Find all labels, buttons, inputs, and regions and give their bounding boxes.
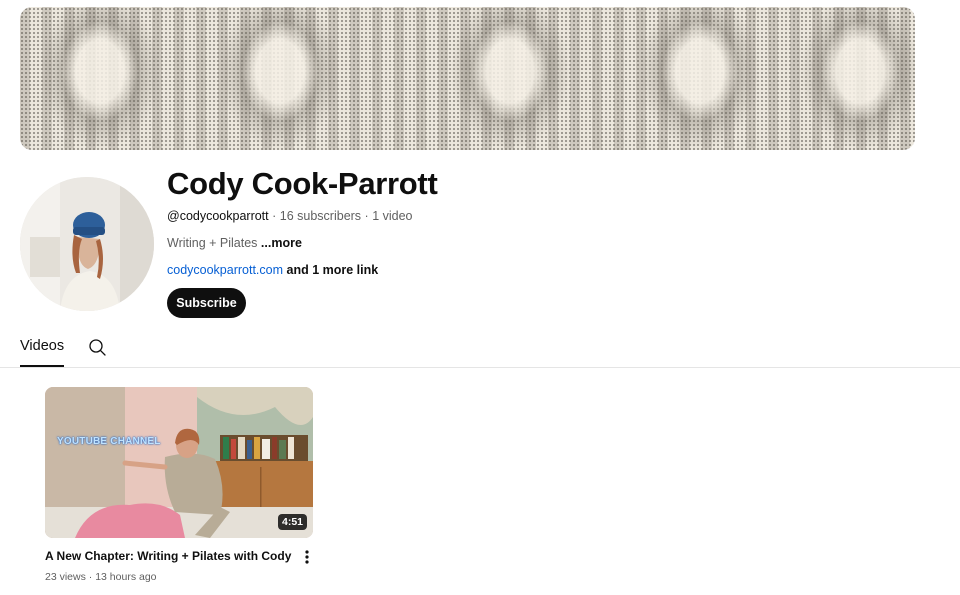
active-tab-indicator (20, 365, 65, 367)
video-card[interactable]: YOUTUBE CHANNEL 4:51 A New Chapter: Writ… (45, 387, 315, 583)
thumbnail-image (45, 387, 313, 538)
banner-figure (40, 7, 160, 150)
banner-figure (800, 7, 915, 150)
video-age: 13 hours ago (95, 571, 157, 583)
meta-separator: · (88, 571, 93, 583)
video-meta: 23 views · 13 hours ago (45, 571, 157, 583)
channel-avatar[interactable] (20, 177, 154, 311)
search-icon[interactable] (88, 338, 106, 356)
video-views: 23 views (45, 571, 86, 583)
banner-figure (220, 7, 340, 150)
tab-videos-label: Videos (20, 338, 65, 354)
description-more-link[interactable]: ...more (261, 236, 302, 250)
channel-tabs: Videos (0, 330, 960, 368)
more-links-link[interactable]: and 1 more link (287, 263, 379, 277)
tab-videos[interactable]: Videos (20, 338, 65, 367)
meta-separator: · (272, 209, 277, 223)
website-link[interactable]: codycookparrott.com (167, 263, 283, 277)
video-title[interactable]: A New Chapter: Writing + Pilates with Co… (45, 549, 291, 563)
channel-name: Cody Cook-Parrott (167, 166, 438, 201)
channel-banner (20, 7, 915, 150)
video-duration-badge: 4:51 (277, 514, 307, 530)
thumbnail-overlay-text: YOUTUBE CHANNEL (57, 436, 161, 447)
banner-figure (640, 7, 760, 150)
channel-description: Writing + Pilates ...more (167, 236, 302, 250)
channel-handle: @codycookparrott (167, 209, 269, 223)
more-vert-icon[interactable] (301, 549, 313, 565)
meta-separator: · (364, 209, 369, 223)
description-text: Writing + Pilates (167, 236, 258, 250)
channel-links: codycookparrott.com and 1 more link (167, 263, 378, 277)
subscriber-count: 16 subscribers (279, 209, 362, 223)
video-count: 1 video (372, 209, 413, 223)
video-thumbnail[interactable]: YOUTUBE CHANNEL 4:51 (45, 387, 313, 538)
banner-figure (450, 7, 570, 150)
avatar-image (20, 177, 154, 311)
subscribe-button[interactable]: Subscribe (167, 288, 246, 318)
channel-meta: @codycookparrott · 16 subscribers · 1 vi… (167, 209, 413, 223)
